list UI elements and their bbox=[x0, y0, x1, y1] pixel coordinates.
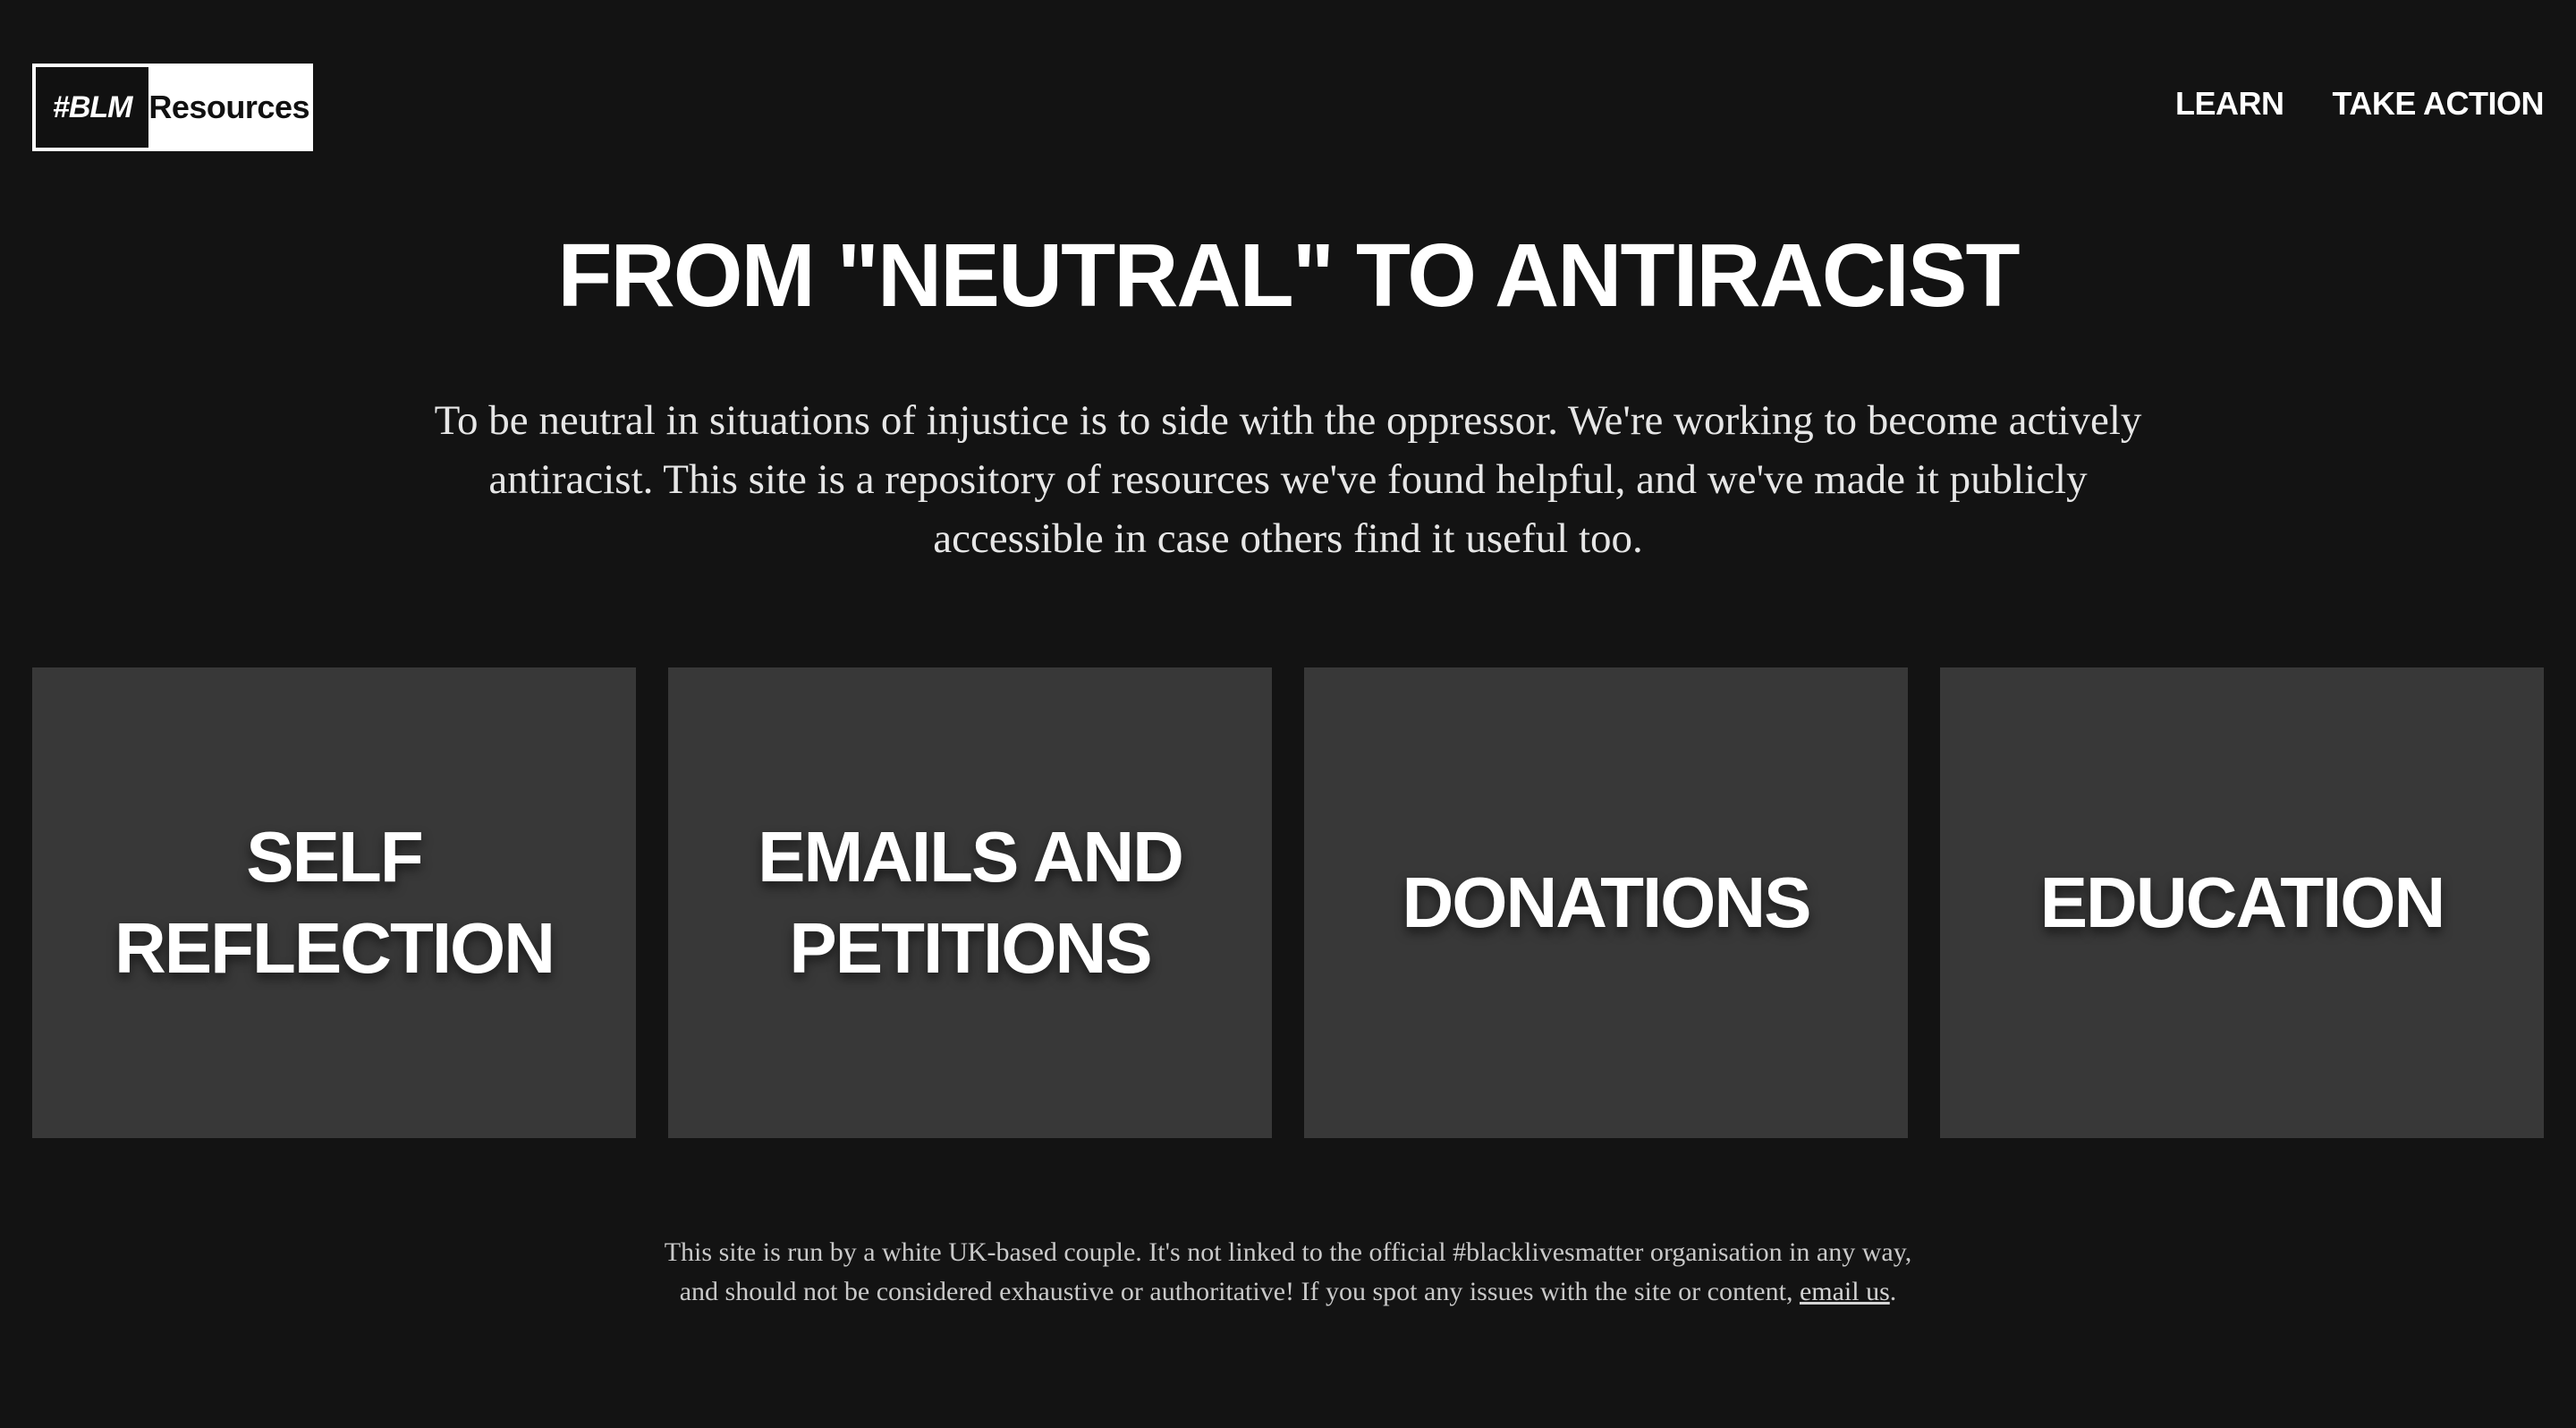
page: #BLM Resources LEARN TAKE ACTION FROM "N… bbox=[0, 0, 2576, 1428]
donations-label: DONATIONS bbox=[1402, 863, 1811, 942]
hero-description: To be neutral in situations of injustice… bbox=[434, 397, 2142, 562]
logo-name: Resources bbox=[148, 89, 309, 125]
education-label: EDUCATION bbox=[2039, 863, 2446, 942]
main-navigation: LEARN TAKE ACTION bbox=[2175, 88, 2544, 120]
footer-line-1: This site is run by a white UK-based cou… bbox=[664, 1237, 1912, 1267]
donations-card[interactable]: DONATIONS bbox=[1304, 667, 1908, 1138]
self-reflection-card[interactable]: SELF REFLECTION bbox=[32, 667, 636, 1138]
nav-learn-link[interactable]: LEARN bbox=[2175, 88, 2284, 120]
education-card[interactable]: EDUCATION bbox=[1940, 667, 2544, 1138]
resource-categories: SELF REFLECTION EMAILS AND PETITIONS DON… bbox=[32, 667, 2544, 1138]
emails-and-petitions-card[interactable]: EMAILS AND PETITIONS bbox=[668, 667, 1272, 1138]
nav-take-action-link[interactable]: TAKE ACTION bbox=[2333, 88, 2545, 120]
self-reflection-label: SELF REFLECTION bbox=[114, 817, 555, 988]
emails-and-petitions-label: EMAILS AND PETITIONS bbox=[758, 817, 1184, 988]
footer-line-2-end: . bbox=[1889, 1277, 1897, 1306]
logo-tag: #BLM bbox=[36, 67, 149, 148]
email-us-link[interactable]: email us bbox=[1800, 1277, 1890, 1306]
site-logo[interactable]: #BLM Resources bbox=[32, 64, 313, 151]
page-title: FROM "NEUTRAL" TO ANTIRACIST bbox=[557, 225, 2020, 326]
site-footer: This site is run by a white UK-based cou… bbox=[0, 1233, 2576, 1312]
footer-line-2-text: and should not be considered exhaustive … bbox=[679, 1277, 1800, 1306]
